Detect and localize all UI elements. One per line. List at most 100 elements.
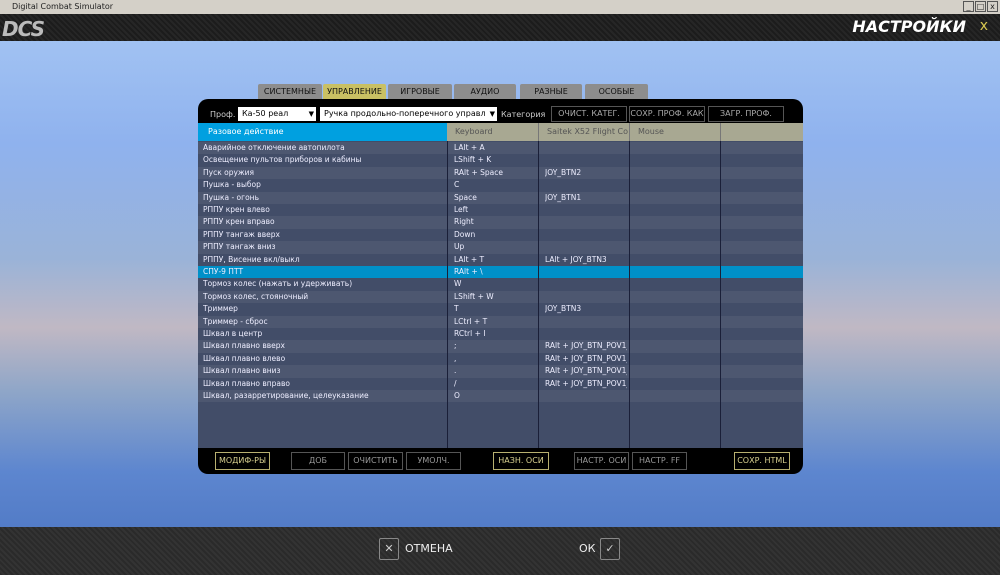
- chevron-down-icon: ▼: [489, 110, 495, 118]
- category-value: Ручка продольно-поперечного управл: [324, 109, 486, 118]
- cell-action: РППУ тангаж вниз: [203, 242, 276, 252]
- page-title: НАСТРОЙКИ: [852, 17, 966, 36]
- cell-action: Аварийное отключение автопилота: [203, 143, 345, 152]
- cell-action: Шквал, разарретирование, целеуказание: [203, 391, 369, 400]
- table-row[interactable]: РППУ тангаж вверх Down: [198, 229, 803, 241]
- dcs-logo: DCS: [2, 17, 45, 41]
- table-row[interactable]: РППУ, Висение вкл/выкл LAlt + T LAlt + JOY…: [198, 254, 803, 266]
- bottom-button-2[interactable]: ОЧИСТИТЬ: [348, 452, 403, 470]
- table-row[interactable]: Шквал плавно вправо / RAlt + JOY_BTN_POV1_…: [198, 378, 803, 390]
- column-header-joystick[interactable]: Saitek X52 Flight Co: [538, 123, 629, 141]
- table-row[interactable]: Пушка - огонь Space JOY_BTN1: [198, 191, 803, 204]
- footer: ✕ ОТМЕНА ОК ✓: [0, 527, 1000, 575]
- column-divider: [720, 141, 721, 448]
- table-row[interactable]: Шквал плавно вверх; RAlt + JOY_BTN_POV1_U: [198, 340, 803, 353]
- cell-joystick: JOY_BTN1: [545, 192, 582, 202]
- column-header-keyboard[interactable]: Keyboard: [447, 123, 538, 141]
- table-row[interactable]: Аварийное отключение автопилота LAlt + A: [198, 142, 803, 155]
- cancel-label[interactable]: ОТМЕНА: [405, 542, 453, 555]
- cell-joystick: RAlt + JOY_BTN_POV1_U: [545, 341, 627, 351]
- table-row[interactable]: СПУ-9 ПТТ RAlt + \: [198, 266, 803, 279]
- cell-joystick: RAlt + JOY_BTN_POV1_R: [545, 378, 627, 388]
- table-row[interactable]: Пуск оружия RAlt + Space JOY_BTN2: [198, 166, 803, 180]
- cell-keyboard: Left: [454, 205, 469, 214]
- cell-action: Пушка - огонь: [203, 192, 259, 202]
- table-row[interactable]: Триммер - сброс LCtrl + T: [198, 315, 803, 328]
- toolbar: Проф. Ка-50 реал ▼ Ручка продольно-попере…: [198, 103, 803, 122]
- cell-keyboard: Right: [454, 217, 474, 227]
- table-row[interactable]: РППУ тангаж вниз Up: [198, 241, 803, 254]
- close-window-button[interactable]: x: [987, 1, 998, 12]
- column-header-action[interactable]: Разовое действие: [198, 123, 447, 141]
- bottom-button-5[interactable]: НАСТР. ОСИ: [574, 452, 629, 470]
- cell-keyboard: LCtrl + T: [454, 316, 488, 326]
- tab-0[interactable]: СИСТЕМНЫЕ: [258, 84, 322, 99]
- cell-action: Шквал плавно вправо: [203, 378, 291, 388]
- table-row[interactable]: Шквал плавно вниз. RAlt + JOY_BTN_POV1_D: [198, 365, 803, 378]
- maximize-button[interactable]: □: [975, 1, 986, 12]
- cell-keyboard: W: [454, 279, 462, 289]
- table-row[interactable]: РППУ крен влево Left: [198, 204, 803, 216]
- cell-keyboard: RAlt + Space: [454, 167, 503, 177]
- cell-keyboard: ,: [454, 353, 457, 363]
- column-header-extra[interactable]: [720, 123, 803, 141]
- tab-4[interactable]: РАЗНЫЕ: [520, 84, 582, 99]
- bottom-button-4[interactable]: НАЗН. ОСИ: [493, 452, 549, 470]
- cell-action: Шквал в центр: [203, 329, 263, 338]
- tab-1[interactable]: УПРАВЛЕНИЕ: [323, 84, 386, 99]
- ok-label[interactable]: ОК: [579, 542, 595, 555]
- bottom-button-1[interactable]: ДОБ: [291, 452, 345, 470]
- column-divider: [629, 141, 630, 448]
- profile-select[interactable]: Ка-50 реал ▼: [238, 107, 316, 121]
- cell-action: СПУ-9 ПТТ: [203, 267, 244, 276]
- clear-category-button[interactable]: ОЧИСТ. КАТЕГ.: [551, 106, 627, 122]
- cell-action: Пушка - выбор: [203, 180, 261, 190]
- save-profile-as-button[interactable]: СОХР. ПРОФ. КАК: [629, 106, 705, 122]
- cell-joystick: LAlt + JOY_BTN3: [545, 254, 607, 264]
- ok-button[interactable]: ✓: [600, 538, 620, 560]
- category-select[interactable]: Ручка продольно-поперечного управл ▼: [320, 107, 497, 121]
- cell-action: Тормоз колес (нажать и удерживать): [203, 279, 353, 289]
- table-row[interactable]: Пушка - выбор C: [198, 179, 803, 191]
- column-header-mouse[interactable]: Mouse: [629, 123, 720, 141]
- cell-keyboard: C: [454, 180, 460, 190]
- table-row[interactable]: Освещение пультов приборов и кабины LShif…: [198, 154, 803, 166]
- bottom-button-6[interactable]: НАСТР. FF: [632, 452, 687, 470]
- cell-keyboard: .: [454, 366, 457, 376]
- cell-joystick: RAlt + JOY_BTN_POV1_L: [545, 353, 627, 363]
- cell-keyboard: LAlt + T: [454, 254, 485, 264]
- cell-joystick: JOY_BTN2: [545, 167, 582, 177]
- cell-keyboard: LShift + W: [454, 291, 494, 301]
- minimize-button[interactable]: _: [963, 1, 974, 12]
- close-icon: ✕: [384, 542, 394, 555]
- table-row[interactable]: Тормоз колес (нажать и удерживать) W: [198, 278, 803, 290]
- cell-action: Шквал плавно вниз: [203, 366, 281, 376]
- bottom-button-3[interactable]: УМОЛЧ.: [406, 452, 461, 470]
- cell-action: Триммер - сброс: [203, 316, 268, 326]
- cancel-button[interactable]: ✕: [379, 538, 399, 560]
- cell-keyboard: LShift + K: [454, 155, 492, 165]
- cell-joystick: RAlt + JOY_BTN_POV1_D: [545, 366, 627, 376]
- window-titlebar: Digital Combat Simulator _ □ x: [0, 0, 1000, 14]
- cell-action: Пуск оружия: [203, 167, 255, 177]
- tab-3[interactable]: АУДИО: [454, 84, 516, 99]
- load-profile-button[interactable]: ЗАГР. ПРОФ.: [708, 106, 784, 122]
- table-row[interactable]: РППУ крен вправо Right: [198, 216, 803, 229]
- cell-keyboard: /: [454, 378, 457, 388]
- table-row[interactable]: Шквал, разарретирование, целеуказание O: [198, 390, 803, 403]
- controls-panel: Проф. Ка-50 реал ▼ Ручка продольно-попере…: [198, 99, 803, 474]
- tab-5[interactable]: ОСОБЫЕ: [585, 84, 648, 99]
- close-settings-button[interactable]: x: [980, 18, 988, 34]
- bottom-button-7[interactable]: СОХР. HTML: [734, 452, 790, 470]
- table-row[interactable]: Триммер T JOY_BTN3: [198, 303, 803, 315]
- profile-value: Ка-50 реал: [242, 109, 289, 118]
- tab-2[interactable]: ИГРОВЫЕ: [388, 84, 452, 99]
- cell-action: РППУ крен влево: [203, 205, 270, 214]
- cell-keyboard: RCtrl + I: [454, 329, 486, 338]
- cell-keyboard: ;: [454, 341, 457, 351]
- table-row[interactable]: Тормоз колес, стояночный LShift + W: [198, 290, 803, 304]
- cell-joystick: JOY_BTN3: [545, 304, 582, 314]
- table-row[interactable]: Шквал плавно влево, RAlt + JOY_BTN_POV1_L: [198, 353, 803, 365]
- bottom-button-0[interactable]: МОДИФ-РЫ: [215, 452, 270, 470]
- table-row[interactable]: Шквал в центр RCtrl + I: [198, 328, 803, 340]
